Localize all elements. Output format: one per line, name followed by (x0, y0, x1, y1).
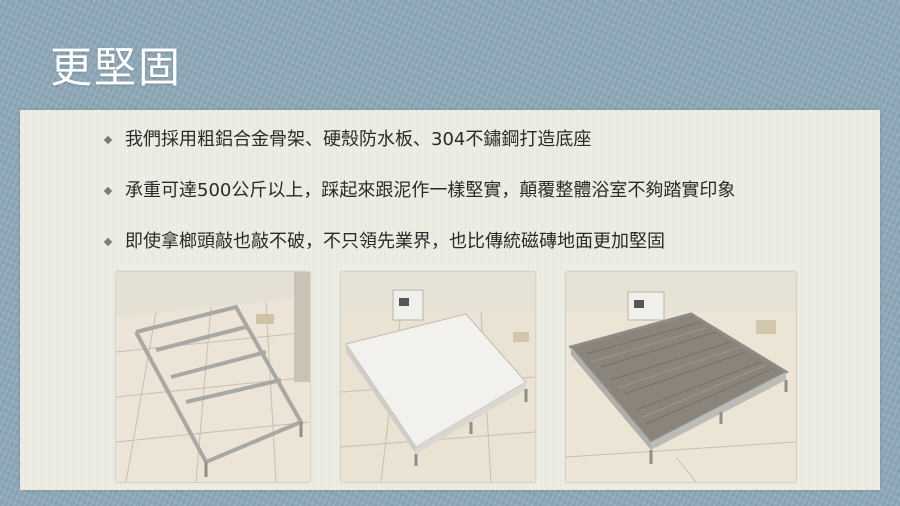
content-panel: 我們採用粗鋁合金骨架、硬殼防水板、304不鏽鋼打造底座 承重可達500公斤以上，… (20, 110, 880, 490)
diamond-bullet-icon (103, 186, 113, 196)
aluminum-frame-photo (116, 272, 310, 482)
waterproof-board-photo (341, 272, 535, 482)
slide-title: 更堅固 (50, 43, 183, 92)
diamond-bullet-icon (103, 135, 113, 145)
diamond-bullet-icon (103, 237, 113, 247)
bullet-list: 我們採用粗鋁合金骨架、硬殼防水板、304不鏽鋼打造底座 承重可達500公斤以上，… (103, 128, 736, 281)
bullet-text: 承重可達500公斤以上，踩起來跟泥作一樣堅實，顛覆整體浴室不夠踏實印象 (125, 180, 736, 201)
bullet-item: 承重可達500公斤以上，踩起來跟泥作一樣堅實，顛覆整體浴室不夠踏實印象 (103, 179, 736, 230)
bullet-text: 我們採用粗鋁合金骨架、硬殼防水板、304不鏽鋼打造底座 (125, 129, 592, 150)
finished-wood-floor-photo (566, 272, 796, 482)
bullet-item: 我們採用粗鋁合金骨架、硬殼防水板、304不鏽鋼打造底座 (103, 128, 735, 179)
bullet-text: 即使拿榔頭敲也敲不破，不只領先業界，也比傳統磁磚地面更加堅固 (125, 231, 665, 252)
